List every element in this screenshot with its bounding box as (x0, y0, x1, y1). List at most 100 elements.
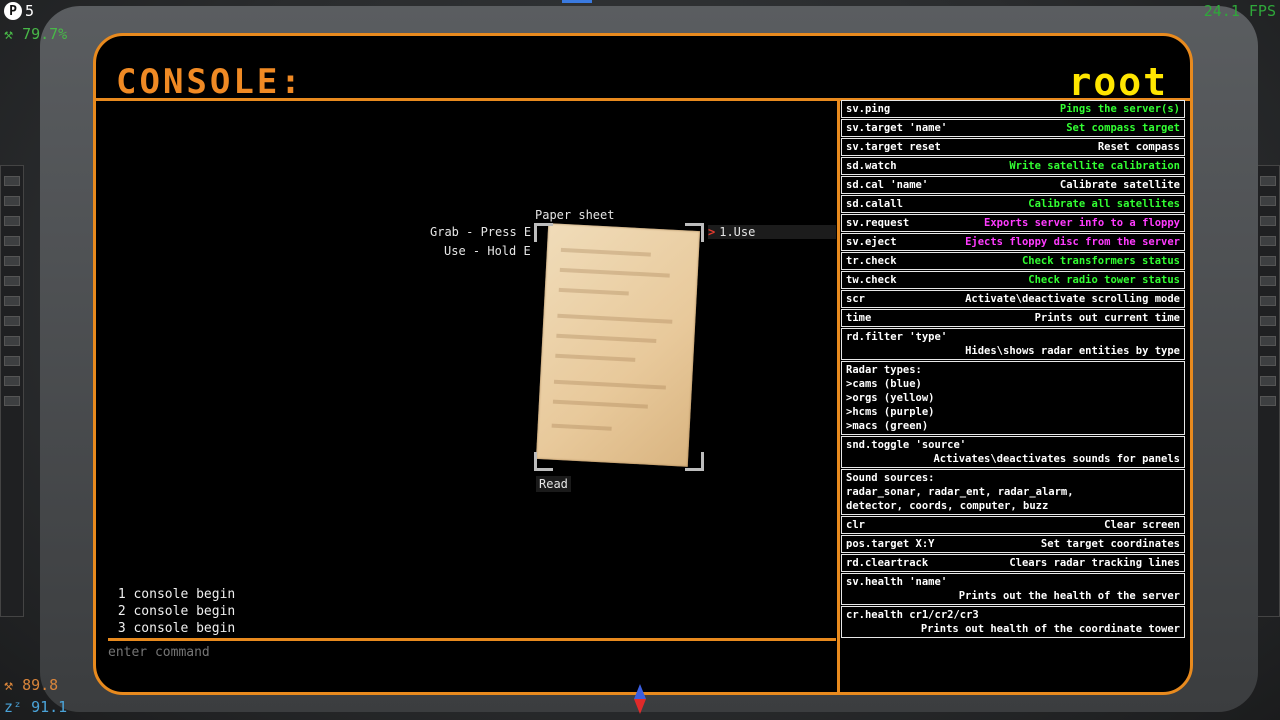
help-command: cr.health cr1/cr2/cr3 (846, 609, 979, 621)
help-command: sd.cal 'name' (846, 179, 929, 191)
help-command: rd.cleartrack (846, 557, 929, 569)
sleep-readout: zᶻ 91.1 (4, 698, 67, 716)
help-description: Exports server info to a floppy (984, 217, 1180, 229)
help-row: tw.check Check radio tower status (841, 271, 1185, 289)
object-name-label: Paper sheet (535, 208, 615, 222)
selection-corner (685, 223, 704, 242)
help-row: rd.cleartrack Clears radar tracking lines (841, 554, 1185, 572)
help-description: Prints out the health of the server (958, 590, 1180, 602)
hunger-value: 89.8 (22, 676, 59, 694)
help-description: Calibrate all satellites (1028, 198, 1180, 210)
use-option-label: 1.Use (719, 225, 756, 239)
points-counter: P5 (4, 2, 34, 20)
use-hold-hint: Use - Hold E (444, 244, 531, 258)
help-command: tw.check (846, 274, 897, 286)
help-command: sd.watch (846, 160, 897, 172)
help-command: sv.target reset (846, 141, 941, 153)
help-row: sv.health 'name' Prints out the health o… (841, 573, 1185, 605)
selection-corner (685, 452, 704, 471)
selection-corner (534, 223, 553, 242)
sleep-value: 91.1 (31, 698, 68, 716)
food-icon: ⚒ (4, 676, 23, 694)
left-bezel (0, 165, 24, 617)
help-row: sv.target 'name' Set compass target (841, 119, 1185, 137)
fps-counter: 24.1 FPS (1203, 2, 1276, 20)
top-marker (562, 0, 592, 3)
help-description: Clear screen (1104, 519, 1180, 531)
help-row: rd.filter 'type' Hides\shows radar entit… (841, 328, 1185, 360)
help-description: Reset compass (1097, 141, 1180, 153)
help-row: sd.cal 'name' Calibrate satellite (841, 176, 1185, 194)
help-description: Write satellite calibration (1009, 160, 1180, 172)
help-row: sv.ping Pings the server(s) (841, 100, 1185, 118)
panel-divider (837, 100, 840, 692)
help-row: time Prints out current time (841, 309, 1185, 327)
help-command: tr.check (846, 255, 897, 267)
sound-sources-title: Sound sources: (846, 472, 935, 484)
help-command: sv.ping (846, 103, 891, 115)
radar-type-item: >macs (green) (846, 420, 929, 432)
console-log: 1 console begin 2 console begin 3 consol… (110, 586, 235, 637)
help-command: sd.calall (846, 198, 903, 210)
paper-sheet-object[interactable] (534, 223, 704, 471)
input-divider (108, 638, 836, 641)
compass-icon (634, 684, 646, 714)
help-command: snd.toggle 'source' (846, 439, 967, 451)
help-command: sv.request (846, 217, 910, 229)
help-command: sv.target 'name' (846, 122, 948, 134)
help-row: scr Activate\deactivate scrolling mode (841, 290, 1185, 308)
radar-type-item: >cams (blue) (846, 378, 922, 390)
help-description: Set target coordinates (1040, 538, 1180, 550)
help-description: Pings the server(s) (1059, 103, 1180, 115)
help-description: Activates\deactivates sounds for panels (933, 453, 1180, 465)
help-description: Prints out current time (1034, 312, 1180, 324)
right-bezel (1256, 165, 1280, 617)
help-description: Hides\shows radar entities by type (965, 345, 1180, 357)
paper-sheet-image (535, 223, 701, 467)
help-command: sv.eject (846, 236, 897, 248)
points-badge-icon: P (4, 2, 22, 20)
hunger-readout: ⚒ 89.8 (4, 676, 58, 694)
radar-types-block: Radar types: >cams (blue) >orgs (yellow)… (841, 361, 1185, 435)
use-option[interactable]: >1.Use (708, 225, 836, 239)
help-row: sd.watch Write satellite calibration (841, 157, 1185, 175)
help-row: cr.health cr1/cr2/cr3 Prints out health … (841, 606, 1185, 638)
sound-sources-block: Sound sources: radar_sonar, radar_ent, r… (841, 469, 1185, 515)
console-title: CONSOLE: (116, 62, 304, 102)
help-row: sv.eject Ejects floppy disc from the serv… (841, 233, 1185, 251)
help-command: time (846, 312, 872, 324)
points-value: 5 (25, 2, 35, 20)
help-description: Check transformers status (1021, 255, 1180, 267)
sound-sources-line: radar_sonar, radar_ent, radar_alarm, (846, 486, 1074, 498)
help-command: rd.filter 'type' (846, 331, 948, 343)
help-row: sv.target reset Reset compass (841, 138, 1185, 156)
help-description: Calibrate satellite (1059, 179, 1180, 191)
help-description: Set compass target (1066, 122, 1180, 134)
help-row: sd.calall Calibrate all satellites (841, 195, 1185, 213)
percent-readout: ⚒ 79.7% (4, 25, 67, 43)
command-input[interactable] (108, 645, 608, 660)
read-action-button[interactable]: Read (536, 476, 571, 492)
help-description: Ejects floppy disc from the server (965, 236, 1180, 248)
help-description: Activate\deactivate scrolling mode (965, 293, 1180, 305)
help-command: pos.target X:Y (846, 538, 935, 550)
grab-hint: Grab - Press E (430, 225, 532, 239)
help-row: snd.toggle 'source' Activates\deactivate… (841, 436, 1185, 468)
command-help-panel: sv.ping Pings the server(s) sv.target 'na… (841, 100, 1187, 639)
help-row: tr.check Check transformers status (841, 252, 1185, 270)
sleep-icon: zᶻ (4, 698, 32, 716)
help-description: Prints out health of the coordinate towe… (920, 623, 1180, 635)
sound-sources-line: detector, coords, computer, buzz (846, 500, 1049, 512)
percent-value: 79.7% (22, 25, 68, 43)
radar-type-item: >hcms (purple) (846, 406, 935, 418)
selection-corner (534, 452, 553, 471)
wrench-icon: ⚒ (4, 25, 23, 43)
help-description: Check radio tower status (1028, 274, 1180, 286)
log-line: 2 console begin (110, 604, 236, 619)
help-description: Clears radar tracking lines (1009, 557, 1180, 569)
radar-types-title: Radar types: (846, 364, 922, 376)
radar-type-item: >orgs (yellow) (846, 392, 935, 404)
log-line: 3 console begin (110, 621, 236, 636)
help-command: sv.health 'name' (846, 576, 948, 588)
help-command: scr (846, 293, 865, 305)
